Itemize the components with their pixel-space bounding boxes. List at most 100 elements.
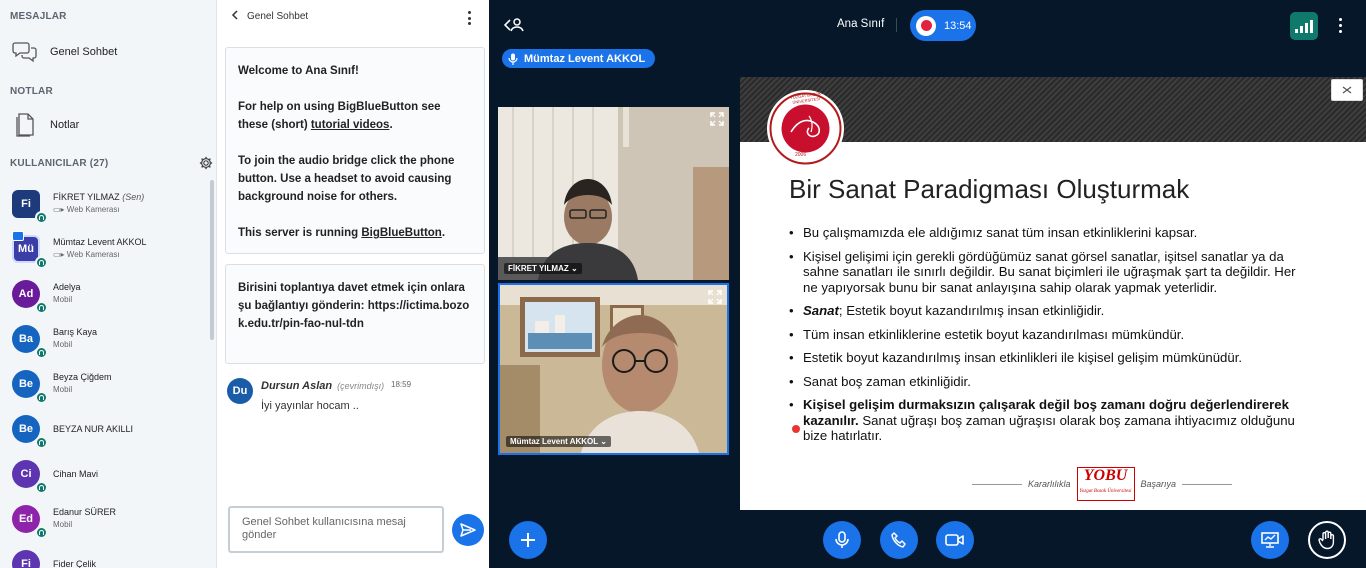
- actions-button[interactable]: [509, 521, 547, 559]
- notes-section-title: NOTLAR: [10, 86, 53, 97]
- scrollbar[interactable]: [210, 180, 214, 340]
- user-list-item[interactable]: Fi FİKRET YILMAZ (Sen) ▭▸ Web Kamerası: [0, 184, 211, 229]
- divider: [896, 18, 897, 32]
- user-list-item[interactable]: Mü Mümtaz Levent AKKOL ▭▸ Web Kamerası: [0, 229, 211, 274]
- send-button[interactable]: [452, 514, 484, 546]
- main-area: Ana Sınıf 13:54 Mümtaz Levent AKKOL FİKR…: [489, 0, 1366, 568]
- audio-help-text: To join the audio bridge click the phone…: [238, 155, 455, 203]
- presenter-icon: [12, 231, 24, 241]
- bbb-link[interactable]: BigBlueButton: [361, 227, 441, 239]
- user-list-item[interactable]: Ed Edanur SÜRER Mobil: [0, 499, 211, 544]
- user-name-text: BEYZA NUR AKILLI: [53, 424, 134, 434]
- slide-title: Bir Sanat Paradigması Oluşturmak: [789, 174, 1190, 204]
- user-role-text: Mobil: [53, 340, 73, 349]
- presenter-pointer: [792, 425, 800, 433]
- chat-options-icon[interactable]: [468, 11, 472, 25]
- tutorial-link[interactable]: tutorial videos: [311, 119, 390, 131]
- public-chat-item[interactable]: Genel Sohbet: [12, 39, 117, 65]
- user-list-item[interactable]: Ci Cihan Mavi: [0, 454, 211, 499]
- hand-icon: [1318, 530, 1335, 550]
- welcome-room: Ana Sınıf: [305, 65, 355, 77]
- record-icon: [916, 15, 936, 36]
- headset-icon: [35, 526, 48, 539]
- fit-slide-button[interactable]: [1331, 79, 1363, 101]
- user-list: Fi FİKRET YILMAZ (Sen) ▭▸ Web Kamerası Mü Mü…: [0, 184, 211, 568]
- presentation-icon: [1261, 532, 1279, 548]
- microphone-icon: [835, 531, 849, 548]
- user-role-text: Mobil: [53, 385, 73, 394]
- author-status: (çevrimdışı): [337, 381, 385, 391]
- user-list-item[interactable]: Fi Fider Çelik: [0, 544, 211, 568]
- bullet-7: Kişisel gelişim durmaksızın çalışarak de…: [789, 397, 1309, 444]
- user-role-text: Mobil: [53, 520, 73, 529]
- user-name: Edanur SÜRER: [53, 507, 116, 517]
- notes-icon: [12, 112, 38, 138]
- headset-icon: [35, 346, 48, 359]
- headset-icon: [35, 256, 48, 269]
- webcam-video-1[interactable]: FİKRET YILMAZ ⌄: [498, 107, 729, 280]
- server-suffix: .: [441, 227, 446, 239]
- toggle-userlist-icon[interactable]: [504, 17, 524, 33]
- presentation-toggle-button[interactable]: [1251, 521, 1289, 559]
- bullet-3: Sanat; Estetik boyut kazandırılmış insan…: [789, 303, 1309, 319]
- connection-status-icon[interactable]: [1290, 12, 1318, 40]
- bullet-2: Kişisel gelişimi için gerekli gördüğümüz…: [789, 249, 1309, 296]
- expand-icon: [1342, 86, 1352, 94]
- footer-left-text: Kararlılıkla: [1028, 479, 1071, 489]
- chat-header[interactable]: Genel Sohbet: [231, 10, 308, 23]
- recording-indicator[interactable]: 13:54: [910, 10, 976, 41]
- send-icon: [460, 523, 476, 537]
- user-role-text: Web Kamerası: [66, 250, 120, 259]
- phone-button[interactable]: [880, 521, 918, 559]
- chat-message-input[interactable]: Genel Sohbet kullanıcısına mesaj gönder: [228, 506, 444, 553]
- chevron-left-icon: [231, 10, 239, 23]
- user-name: Fider Çelik: [53, 559, 96, 568]
- user-name: Mümtaz Levent AKKOL: [53, 237, 147, 247]
- webcam-name-label[interactable]: Mümtaz Levent AKKOL ⌄: [506, 436, 611, 447]
- webcam-video-2[interactable]: Mümtaz Levent AKKOL ⌄: [498, 283, 729, 455]
- user-name-text: Beyza Çiğdem: [53, 372, 112, 382]
- headset-icon: [35, 211, 48, 224]
- microphone-icon: [508, 53, 518, 65]
- fullscreen-icon[interactable]: [707, 289, 723, 305]
- options-icon[interactable]: [1339, 18, 1343, 33]
- bullet-1: Bu çalışmamızda ele aldığımız sanat tüm …: [789, 225, 1309, 241]
- bullet-7-text: Sanat uğraşı boş zaman uğraşısı olarak b…: [803, 412, 1295, 444]
- public-chat-label: Genel Sohbet: [50, 46, 118, 58]
- webcam-feed: [500, 285, 727, 453]
- user-list-item[interactable]: Be Beyza Çiğdem Mobil: [0, 364, 211, 409]
- notes-item[interactable]: Notlar: [12, 112, 79, 138]
- webcam-name: Mümtaz Levent AKKOL: [510, 437, 599, 446]
- fullscreen-icon[interactable]: [709, 111, 725, 127]
- webcam-feed: [498, 107, 729, 280]
- user-list-item[interactable]: Ba Barış Kaya Mobil: [0, 319, 211, 364]
- talking-indicator[interactable]: Mümtaz Levent AKKOL: [502, 49, 656, 68]
- camera-button[interactable]: [936, 521, 974, 559]
- gear-icon[interactable]: [199, 156, 213, 170]
- message-author: Dursun Aslan (çevrimdışı): [261, 380, 384, 392]
- message-text: İyi yayınlar hocam ..: [261, 400, 359, 412]
- microphone-button[interactable]: [823, 521, 861, 559]
- presentation-slide[interactable]: YOZGAT BOZOK ÜNİVERSİTESİ 2006 Bir Sanat…: [740, 77, 1366, 510]
- user-name-text: Edanur SÜRER: [53, 507, 117, 517]
- help-suffix: .: [389, 119, 393, 131]
- plus-icon: [521, 533, 535, 547]
- talker-name: Mümtaz Levent AKKOL: [524, 52, 646, 65]
- user-list-item[interactable]: Ad Adelya Mobil: [0, 274, 211, 319]
- user-role-text: Web Kamerası: [66, 205, 120, 214]
- webcam-icon: ▭▸: [53, 250, 67, 259]
- user-list-item[interactable]: Be BEYZA NUR AKILLI: [0, 409, 211, 454]
- user-list-sidebar: MESAJLAR Genel Sohbet NOTLAR Notlar KULL…: [0, 0, 217, 568]
- user-role: Mobil: [53, 295, 72, 304]
- footer-right-text: Başarıya: [1140, 479, 1177, 489]
- seal-year: 2006: [795, 152, 807, 158]
- server-text: This server is running: [238, 227, 362, 239]
- user-name: BEYZA NUR AKILLI: [53, 424, 133, 434]
- user-role: ▭▸ Web Kamerası: [53, 250, 120, 259]
- bullet-5: Estetik boyut kazandırılmış insan etkinl…: [789, 350, 1309, 366]
- user-role: Mobil: [53, 385, 72, 394]
- webcam-name-label[interactable]: FİKRET YILMAZ ⌄: [504, 263, 582, 274]
- raise-hand-button[interactable]: [1308, 521, 1346, 559]
- user-name: FİKRET YILMAZ (Sen): [53, 192, 144, 202]
- welcome-prefix: Welcome to: [238, 65, 306, 77]
